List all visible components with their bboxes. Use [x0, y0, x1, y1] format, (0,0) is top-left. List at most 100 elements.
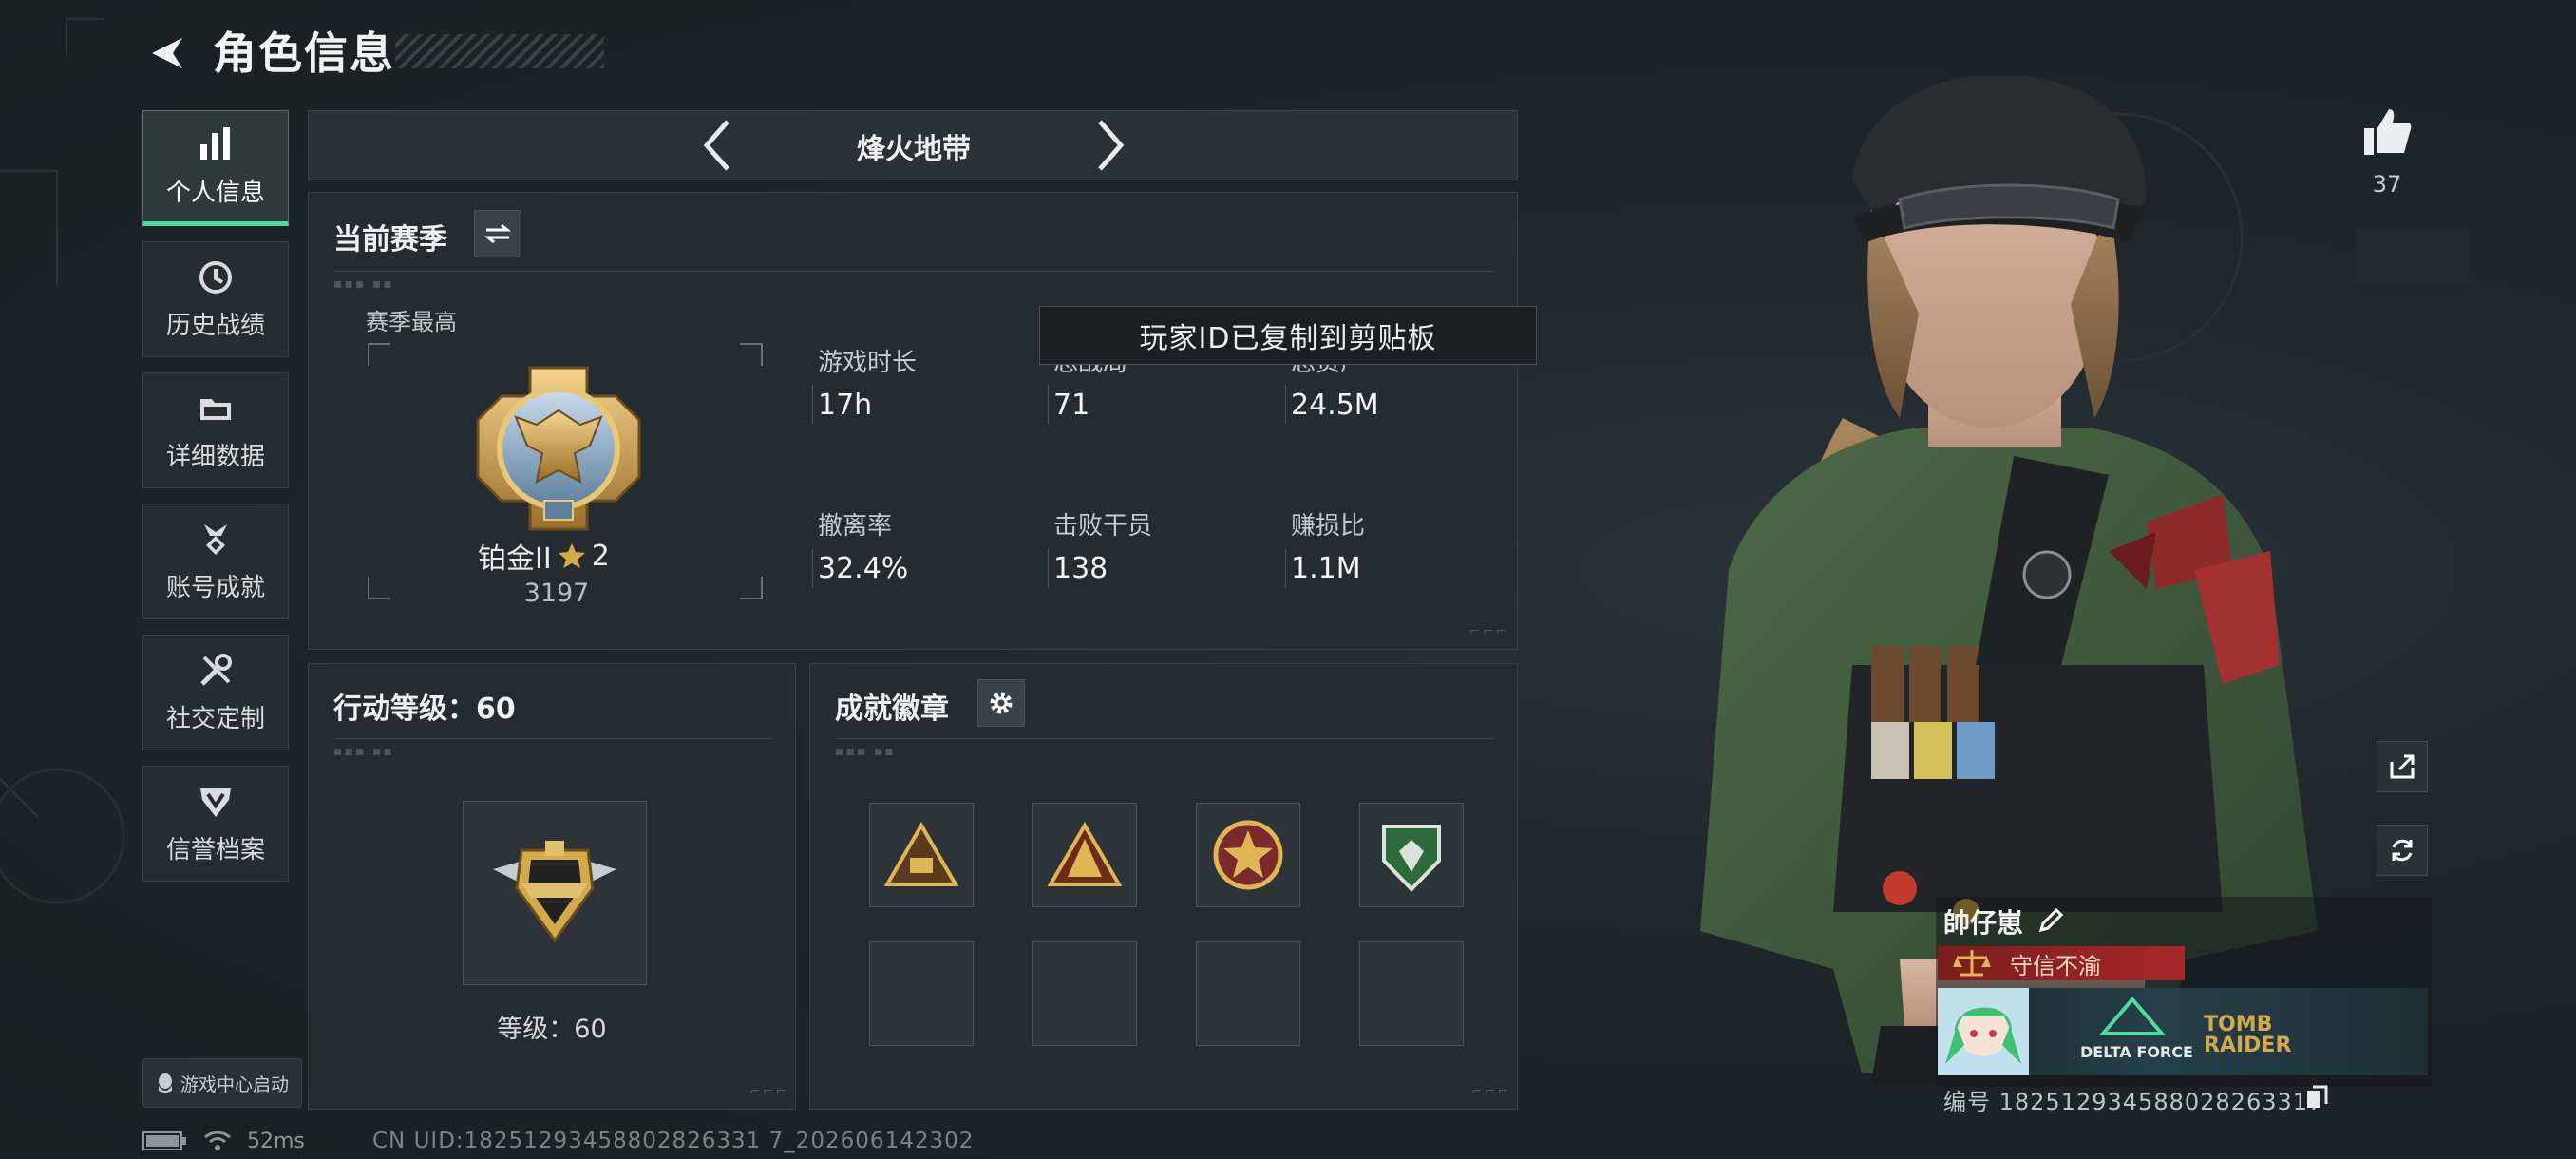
tools-icon	[197, 652, 235, 690]
back-button[interactable]	[141, 27, 194, 80]
banner-text-delta-force: DELTA FORCE	[2080, 1043, 2193, 1061]
share-icon	[2390, 754, 2415, 779]
sidebar-item-label: 详细数据	[165, 442, 265, 471]
stat-value: 24.5M	[1291, 389, 1379, 422]
chevron-left-icon	[703, 120, 729, 171]
rank-name: 铂金II	[478, 542, 552, 576]
pyramid-badge-icon	[1047, 822, 1123, 886]
decor-dots: ⌐⌐⌐	[749, 1084, 789, 1099]
badge-slot-4[interactable]	[1359, 803, 1464, 907]
bracket-corner	[740, 577, 763, 599]
sidebar-item-detailed-data[interactable]: 详细数据	[142, 372, 289, 488]
bracket-corner	[368, 577, 390, 599]
mode-name: 烽火地带	[857, 133, 971, 166]
edit-name-button[interactable]	[2035, 904, 2067, 937]
share-button[interactable]	[2377, 741, 2428, 792]
stat-separator	[1285, 385, 1286, 425]
battery-icon	[142, 1131, 186, 1150]
stat-label: 撤离率	[818, 512, 893, 541]
achievement-panel: 成就徽章 ▪▪▪ ▪▪ ⌐⌐⌐	[809, 663, 1518, 1110]
stat-label: 赚损比	[1291, 512, 1366, 541]
copy-id-button[interactable]	[2302, 1083, 2331, 1112]
achievement-settings-button[interactable]	[977, 679, 1025, 727]
credit-tag-text: 守信不渝	[2010, 952, 2101, 979]
thumbs-up-icon	[2364, 109, 2412, 155]
stat-value: 17h	[818, 389, 873, 422]
badge-slot-3[interactable]	[1196, 803, 1300, 907]
season-switch-button[interactable]	[474, 210, 521, 257]
achievement-divider	[835, 738, 1494, 739]
mode-selector: 烽火地带	[308, 110, 1518, 180]
season-divider	[333, 271, 1494, 272]
badge-slot-8[interactable]	[1359, 941, 1464, 1046]
gear-icon	[990, 692, 1013, 714]
bar-chart-icon	[197, 125, 235, 163]
level-emblem-frame[interactable]	[463, 801, 647, 985]
badge-slot-1[interactable]	[869, 803, 974, 907]
avatar-character-icon	[1938, 988, 2029, 1075]
refresh-icon	[2392, 839, 2413, 862]
copy-toast: 玩家ID已复制到剪贴板	[1039, 306, 1537, 365]
decor-dots: ▪▪▪ ▪▪	[333, 744, 394, 759]
stat-separator	[1285, 548, 1286, 588]
scale-icon	[1953, 950, 1991, 977]
sidebar-item-label: 历史战绩	[165, 311, 265, 340]
wifi-icon	[204, 1130, 231, 1150]
level-panel: 行动等级：60 ▪▪▪ ▪▪ 等级：60 ⌐⌐⌐	[308, 663, 796, 1110]
season-best-label: 赛季最高	[366, 309, 457, 335]
history-clock-icon	[197, 258, 235, 296]
stat-value: 1.1M	[1291, 552, 1361, 585]
mode-next-button[interactable]	[1082, 117, 1139, 174]
sidebar-item-personal-info[interactable]: 个人信息	[142, 110, 289, 226]
refresh-button[interactable]	[2377, 825, 2428, 876]
stat-separator	[812, 385, 813, 425]
swap-icon	[484, 223, 511, 244]
player-id: 编号 18251293458802826331‌7	[1943, 1089, 2324, 1115]
triangle-badge-icon	[883, 822, 959, 886]
rank-line: 铂金II 2	[478, 535, 610, 577]
sidebar-item-label: 个人信息	[165, 178, 265, 207]
game-center-launch-button[interactable]: 游戏中心启动	[142, 1058, 302, 1108]
stat-value: 71	[1053, 389, 1090, 422]
folder-icon	[197, 390, 235, 428]
stat-separator	[812, 548, 813, 588]
star-medal-icon	[1213, 820, 1283, 890]
back-arrow-icon	[152, 38, 182, 68]
badge-slot-2[interactable]	[1032, 803, 1137, 907]
banner-text-tomb-raider: TOMB RAIDER	[2204, 1013, 2292, 1057]
level-emblem-icon	[493, 841, 616, 943]
decor-dots: ⌐⌐⌐	[1471, 1084, 1511, 1099]
sidebar-item-achievements[interactable]: 账号成就	[142, 504, 289, 619]
sidebar-item-social-custom[interactable]: 社交定制	[142, 635, 289, 750]
like-button[interactable]	[2354, 99, 2420, 165]
decor-dots: ▪▪▪ ▪▪	[835, 744, 896, 759]
game-center-label: 游戏中心启动	[180, 1074, 289, 1095]
ping-value: 52ms	[247, 1129, 305, 1153]
sidebar-item-history[interactable]: 历史战绩	[142, 241, 289, 357]
badge-slot-5[interactable]	[869, 941, 974, 1046]
stat-value: 138	[1053, 552, 1108, 585]
chevron-right-icon	[1098, 120, 1125, 171]
page-title: 角色信息	[213, 28, 395, 79]
bracket-corner	[368, 343, 390, 366]
mode-prev-button[interactable]	[689, 117, 746, 174]
shield-badge-icon	[197, 783, 235, 821]
badge-slot-7[interactable]	[1196, 941, 1300, 1046]
season-panel: 当前赛季 ▪▪▪ ▪▪ 赛季最高 铂金II 2 3197 游戏时长 17h 总战…	[308, 192, 1518, 650]
season-title: 当前赛季	[333, 223, 447, 256]
level-title: 行动等级：60	[333, 693, 516, 726]
sidebar-item-label: 信誉档案	[165, 835, 265, 864]
penguin-icon	[158, 1074, 172, 1092]
sidebar-item-label: 账号成就	[165, 573, 265, 602]
star-icon	[558, 543, 585, 568]
rank-stars: 2	[591, 539, 610, 573]
stat-separator	[1048, 385, 1049, 425]
avatar[interactable]	[1938, 988, 2029, 1075]
stat-label: 击败干员	[1053, 512, 1153, 541]
stat-separator	[1048, 548, 1049, 588]
sidebar-item-credit-file[interactable]: 信誉档案	[142, 766, 289, 882]
badge-slot-6[interactable]	[1032, 941, 1137, 1046]
stat-value: 32.4%	[818, 552, 909, 585]
title-decoration	[395, 34, 604, 68]
delta-force-logo-icon	[2099, 998, 2166, 1036]
